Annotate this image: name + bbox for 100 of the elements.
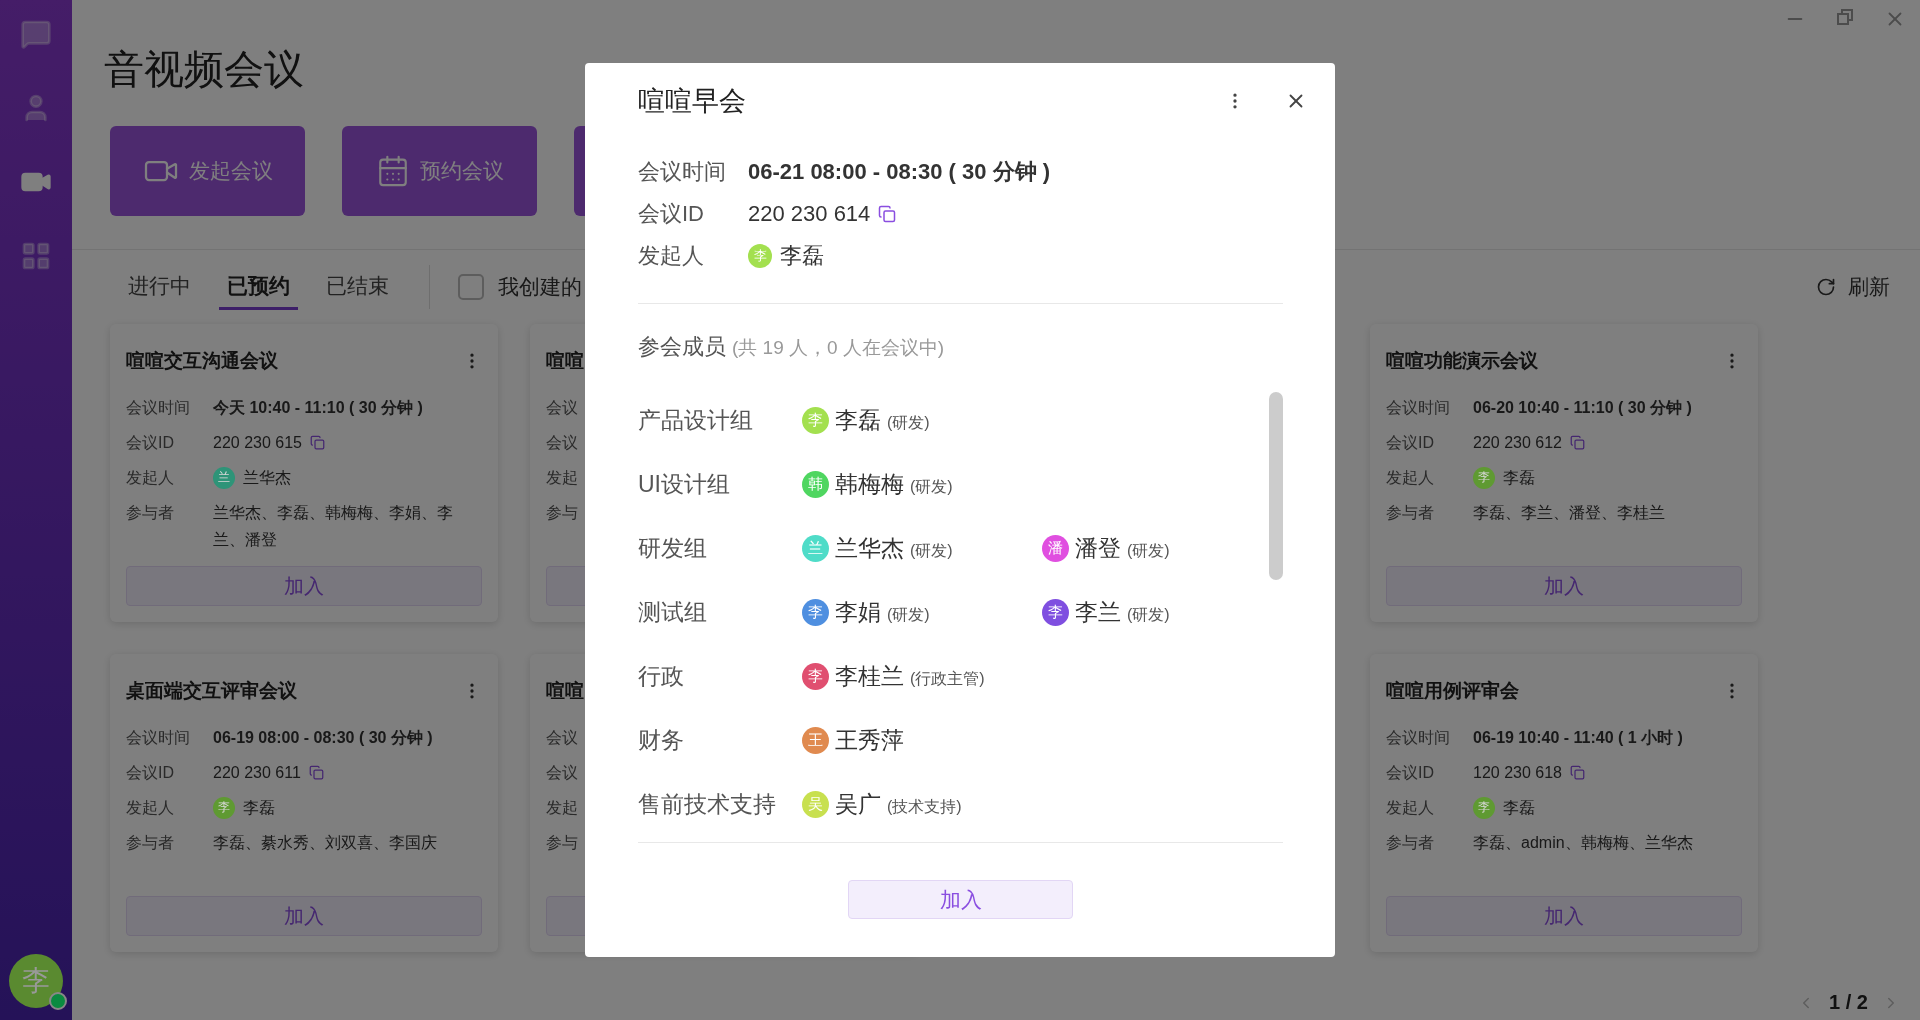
dialog-title: 喧喧早会 <box>638 85 746 118</box>
host-name: 李磊 <box>780 242 824 270</box>
member-role: (行政主管) <box>910 668 985 689</box>
avatar: 兰 <box>802 534 829 562</box>
join-button[interactable]: 加入 <box>126 566 482 606</box>
host-label: 发起人 <box>1386 798 1435 818</box>
member-name: 韩梅梅 <box>835 469 904 499</box>
time-label: 会议时间 <box>1386 728 1451 748</box>
id-label: 会议ID <box>126 763 175 783</box>
avatar: 李 <box>802 598 829 626</box>
copy-icon[interactable] <box>310 435 325 450</box>
group-name: 财务 <box>638 725 685 755</box>
host-label: 发起人 <box>126 468 175 488</box>
time-label: 会议时间 <box>126 398 191 418</box>
avatar: 王 <box>802 726 829 754</box>
host-label: 发起人 <box>1386 468 1435 488</box>
meeting-id: 220 230 614 <box>748 200 871 228</box>
meeting-time: 06-19 10:40 - 11:40 ( 1 小时 ) <box>1473 728 1684 748</box>
avatar: 李 <box>213 796 235 819</box>
avatar: 吴 <box>802 790 829 818</box>
card-title: 喧喧用例评审会 <box>1386 679 1519 703</box>
avatar: 潘 <box>1042 534 1069 562</box>
join-button[interactable]: 加入 <box>1386 566 1742 606</box>
time-label: 会议时间 <box>1386 398 1451 418</box>
avatar: 李 <box>748 244 772 268</box>
member-name: 潘登 <box>1075 533 1121 563</box>
avatar: 李 <box>802 406 829 434</box>
card-title: 喧喧交互沟通会议 <box>126 349 278 373</box>
id-label: 会议ID <box>126 433 175 453</box>
page-indicator: 1 / 2 <box>1829 991 1868 1014</box>
avatar: 李 <box>1042 598 1069 626</box>
id-label: 会议 <box>546 433 579 453</box>
member-name: 李兰 <box>1075 597 1121 627</box>
host-name: 李磊 <box>1503 798 1535 818</box>
member-name: 王秀萍 <box>835 725 904 755</box>
copy-icon[interactable] <box>308 765 324 780</box>
checkbox[interactable] <box>458 274 484 300</box>
member-role: (技术支持) <box>887 796 962 817</box>
group-name: 研发组 <box>638 533 708 563</box>
card-title: 喧喧功能演示会议 <box>1386 349 1538 373</box>
tab[interactable]: 已结束 <box>318 264 397 310</box>
restore-icon[interactable] <box>1836 8 1854 26</box>
action-button[interactable]: 发起会议 <box>110 126 305 216</box>
group-name: UI设计组 <box>638 469 731 499</box>
member-name: 兰华杰 <box>835 533 904 563</box>
participants-label: 参与者 <box>126 503 175 523</box>
host-name: 李磊 <box>243 798 275 818</box>
meeting-id: 220 230 611 <box>213 763 301 783</box>
action-button[interactable]: 预约会议 <box>342 126 537 216</box>
join-button[interactable]: 加入 <box>1386 896 1742 936</box>
scrollbar[interactable] <box>1269 392 1283 580</box>
group-name: 产品设计组 <box>638 405 754 435</box>
participants-label: 参与 <box>546 503 579 523</box>
participants-label: 参与 <box>546 833 579 853</box>
time-label: 会议时间 <box>638 158 727 186</box>
participants-label: 参与者 <box>126 833 175 853</box>
id-label: 会议 <box>546 763 579 783</box>
refresh-button[interactable]: 刷新 <box>1816 273 1890 301</box>
copy-icon[interactable] <box>878 205 897 223</box>
card-title: 桌面端交互评审会议 <box>126 679 297 703</box>
group-name: 售前技术支持 <box>638 789 777 819</box>
card-title: 喧喧 <box>546 349 584 373</box>
copy-icon[interactable] <box>1570 435 1585 450</box>
host-label: 发起 <box>546 798 579 818</box>
tab[interactable]: 进行中 <box>120 264 199 310</box>
member-name: 李娟 <box>835 597 881 627</box>
host-label: 发起人 <box>126 798 175 818</box>
meeting-id: 220 230 612 <box>1473 433 1562 453</box>
member-name: 李桂兰 <box>835 661 904 691</box>
time-label: 会议时间 <box>126 728 191 748</box>
refresh-icon <box>1816 277 1836 297</box>
avatar: 李 <box>1473 796 1495 819</box>
member-name: 李磊 <box>835 405 881 435</box>
meeting-time: 今天 10:40 - 11:10 ( 30 分钟 ) <box>213 398 424 418</box>
meeting-id: 220 230 615 <box>213 433 302 453</box>
page-title: 音视频会议 <box>104 46 305 93</box>
host-name: 李磊 <box>1503 468 1535 488</box>
meeting-id: 120 230 618 <box>1473 763 1562 783</box>
time-label: 会议 <box>546 728 579 748</box>
member-name: 吴广 <box>835 789 881 819</box>
avatar: 李 <box>802 662 829 690</box>
join-button[interactable]: 加入 <box>848 880 1073 919</box>
id-label: 会议ID <box>638 200 705 228</box>
meeting-time: 06-21 08:00 - 08:30 ( 30 分钟 ) <box>748 158 1052 186</box>
join-button[interactable]: 加入 <box>126 896 482 936</box>
member-role: (研发) <box>910 540 953 561</box>
host-label: 发起人 <box>638 242 705 270</box>
id-label: 会议ID <box>1386 763 1435 783</box>
participants: 李磊、admin、韩梅梅、兰华杰 <box>1473 833 1694 853</box>
participants: 李磊、李兰、潘登、李桂兰 <box>1473 503 1666 523</box>
meeting-time: 06-19 08:00 - 08:30 ( 30 分钟 ) <box>213 728 434 748</box>
avatar: 韩 <box>802 470 829 498</box>
host-name: 兰华杰 <box>243 468 291 488</box>
participants: 兰华杰、李磊、韩梅梅、李娟、李兰、潘登 <box>213 503 454 550</box>
group-name: 测试组 <box>638 597 708 627</box>
tab[interactable]: 已预约 <box>219 264 298 310</box>
member-role: (研发) <box>1127 540 1170 561</box>
copy-icon[interactable] <box>1570 765 1585 780</box>
meeting-time: 06-20 10:40 - 11:10 ( 30 分钟 ) <box>1473 398 1693 418</box>
participants: 李磊、綦水秀、刘双喜、李国庆 <box>213 833 438 853</box>
